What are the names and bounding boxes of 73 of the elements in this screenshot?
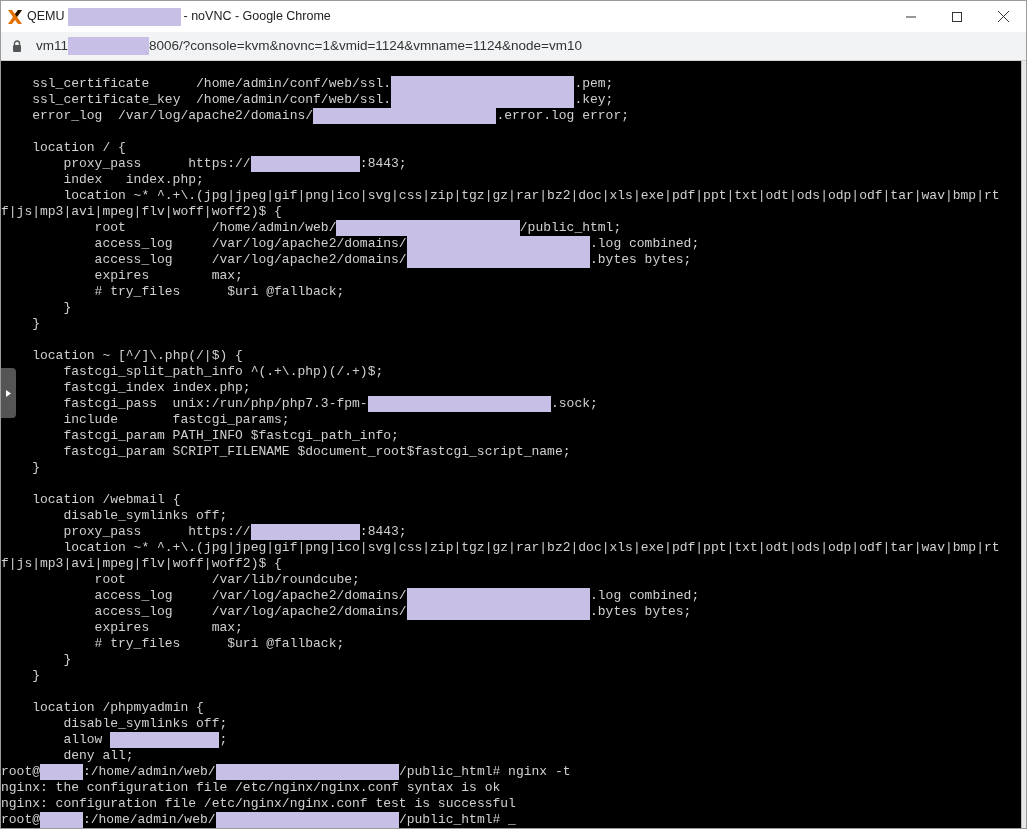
terminal-text: .key; [574, 92, 614, 108]
terminal-text: index index.php; [63, 172, 204, 188]
terminal-text: :/home/admin/web/ [82, 764, 216, 780]
terminal-text: } [32, 460, 40, 476]
terminal-text: error_log /var/log/apache2/domains/ [32, 108, 314, 124]
terminal-text: disable_symlinks off; [63, 716, 228, 732]
terminal-text: disable_symlinks off; [63, 508, 228, 524]
terminal-text: # try_files $uri @fallback; [94, 636, 345, 652]
close-icon [997, 11, 1009, 22]
url-text: 8006/?console=kvm&novnc=1&vmid=1124&vmname=1124&node=vm10 [149, 36, 582, 55]
lock-icon [12, 40, 22, 52]
terminal-text: fastcgi_split_path_info ^(.+\.php)(/.+)$; [63, 364, 384, 380]
url-text: vm11 [36, 36, 68, 55]
maximize-icon [952, 11, 962, 22]
terminal-text: proxy_pass https:// [63, 156, 251, 172]
terminal-text: allow [63, 732, 104, 748]
terminal-text: :/home/admin/web/ [82, 812, 216, 828]
terminal-text: access_log /var/log/apache2/domains/ [94, 236, 407, 252]
terminal-text: expires max; [94, 268, 243, 284]
terminal-text: .log combined; [590, 236, 700, 252]
terminal-text: .bytes bytes; [590, 604, 692, 620]
terminal-text: # try_files $uri @fallback; [94, 284, 345, 300]
terminal-text: deny all; [63, 748, 134, 764]
terminal-text: f|js|mp3|avi|mpeg|flv|woff|woff2)$ { [1, 204, 282, 220]
terminal-text: nginx: configuration file /etc/nginx/nginx.conf test is successful [1, 796, 516, 812]
terminal-text: nginx: the configuration file /etc/nginx/nginx.conf syntax is ok [1, 780, 501, 796]
terminal-text: include fastcgi_params; [63, 412, 290, 428]
play-icon [6, 389, 11, 397]
terminal-text: ssl_certificate /home/admin/conf/web/ssl. [32, 76, 392, 92]
terminal-text: ; [219, 732, 228, 748]
terminal-text: .error.log error; [496, 108, 629, 124]
terminal-text: /public_html# _ [398, 812, 516, 828]
redaction-block [40, 812, 83, 828]
terminal-text: location /webmail { [32, 492, 181, 508]
x-logo-icon [7, 8, 23, 25]
terminal-text: .log combined; [590, 588, 700, 604]
terminal-text: } [32, 316, 40, 332]
terminal-text: fastcgi_index index.php; [63, 380, 251, 396]
window-title: - noVNC - Google Chrome [183, 8, 331, 26]
terminal-text: fastcgi_pass unix:/run/php/php7.3-fpm- [63, 396, 368, 412]
terminal-text: ssl_certificate_key /home/admin/conf/web/ssl. [32, 92, 392, 108]
terminal-text: fastcgi_param SCRIPT_FILENAME $document_root$fastcgi_script_name; [63, 444, 571, 460]
terminal-text: } [63, 300, 72, 316]
terminal-text: f|js|mp3|avi|mpeg|flv|woff|woff2)$ { [1, 556, 282, 572]
terminal-text: } [32, 668, 40, 684]
sidebar-handle[interactable] [1, 368, 16, 418]
terminal-text: fastcgi_param PATH_INFO $fastcgi_path_info; [63, 428, 399, 444]
terminal-text: location /phpmyadmin { [32, 700, 204, 716]
terminal-text: /public_html; [519, 220, 622, 236]
terminal-text: } [63, 652, 72, 668]
terminal-text: proxy_pass https:// [63, 524, 251, 540]
terminal-text: access_log /var/log/apache2/domains/ [94, 252, 407, 268]
terminal-text: root /home/admin/web/ [94, 220, 337, 236]
terminal-text: access_log /var/log/apache2/domains/ [94, 588, 407, 604]
terminal-text: .bytes bytes; [590, 252, 692, 268]
terminal-text: :8443; [359, 524, 407, 540]
terminal-text: location ~ [^/]\.php(/|$) { [32, 348, 243, 364]
terminal-text: location ~* ^.+\.(jpg|jpeg|gif|png|ico|svg|css|zip|tgz|gz|rar|bz2|doc|xls|exe|pdf|ppt|txt|odt|ods|odp|odf|tar|wav|bmp|rt [63, 540, 1000, 556]
terminal-text: .sock; [551, 396, 598, 412]
terminal-text: root@ [1, 764, 40, 780]
terminal-text: root /var/lib/roundcube; [94, 572, 360, 588]
terminal-text: location / { [32, 140, 126, 156]
redaction-block [40, 764, 83, 780]
terminal-text: .pem; [574, 76, 614, 92]
terminal-text: expires max; [94, 620, 243, 636]
terminal-text: location ~* ^.+\.(jpg|jpeg|gif|png|ico|svg|css|zip|tgz|gz|rar|bz2|doc|xls|exe|pdf|ppt|txt|odt|ods|odp|odf|tar|wav|bmp|rt [63, 188, 1000, 204]
minimize-icon [906, 15, 916, 18]
address-bar[interactable]: vm11 8006/?console=kvm&novnc=1&vmid=1124&vmname=1124&node=vm10 [1, 32, 1026, 61]
terminal-text: :8443; [359, 156, 407, 172]
window-title: QEMU [27, 8, 65, 26]
terminal-text: root@ [1, 812, 40, 828]
terminal-text: access_log /var/log/apache2/domains/ [94, 604, 407, 620]
terminal-text: /public_html# nginx -t [398, 764, 571, 780]
